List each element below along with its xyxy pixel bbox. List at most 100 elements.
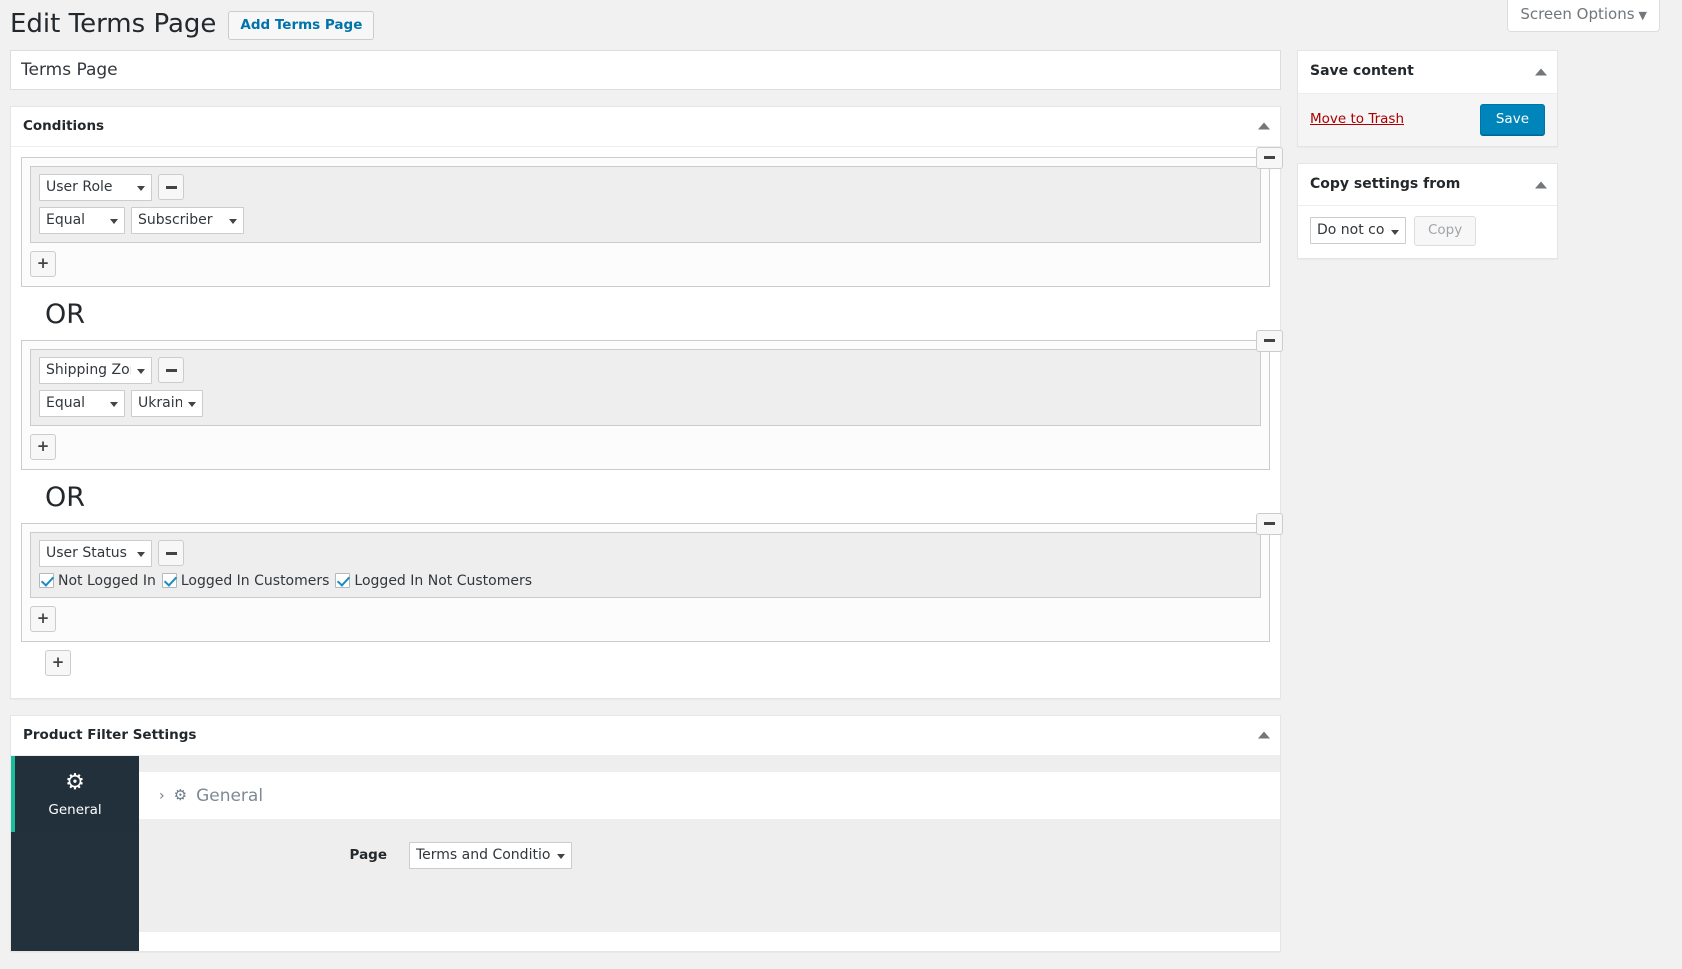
condition-row-type: User Status [39, 539, 1252, 567]
copy-settings-header[interactable]: Copy settings from [1298, 164, 1557, 207]
condition-value-select[interactable]: Subscriber [131, 206, 244, 234]
save-content-heading: Save content [1310, 63, 1414, 79]
checkbox-not-logged-in[interactable]: Not Logged In [39, 573, 156, 589]
remove-group-button[interactable] [1256, 146, 1283, 169]
condition-type-select-wrap: User Status [39, 539, 152, 567]
condition-row-value: Equal Ukraine [39, 389, 1252, 417]
checkbox-label: Not Logged In [58, 572, 156, 589]
remove-condition-button[interactable] [158, 357, 184, 384]
conditions-body: User Role Equal Subscriber + OR Shipping… [11, 146, 1283, 698]
condition-type-select[interactable]: Shipping Zone [39, 356, 152, 384]
save-content-header[interactable]: Save content [1298, 51, 1557, 94]
condition-type-select[interactable]: User Status [39, 539, 152, 567]
group-add-row: + [22, 598, 1269, 641]
triangle-up-icon[interactable] [1258, 122, 1270, 130]
checkbox-box[interactable] [335, 573, 351, 589]
checkbox-logged-in-not-customers[interactable]: Logged In Not Customers [335, 573, 532, 589]
condition-value-select-wrap: Ukraine [131, 389, 203, 417]
copy-source-select[interactable]: Do not copy [1310, 217, 1406, 245]
user-status-checkbox-row: Not Logged In Logged In Customers Logged… [39, 573, 1252, 589]
conditions-header[interactable]: Conditions [11, 107, 1280, 147]
page-select-wrap: Terms and Conditions [409, 841, 572, 869]
page-field-label: Page [349, 847, 387, 864]
settings-section-header[interactable]: › ⚙ General [139, 771, 1280, 820]
settings-tab-list: ⚙ General [11, 755, 139, 951]
save-content-postbox: Save content Move to Trash Save [1297, 50, 1558, 147]
screen-options-label: Screen Options [1520, 5, 1635, 23]
product-filter-settings-body: ⚙ General › ⚙ General Page Terms and Con… [11, 755, 1280, 951]
copy-settings-postbox: Copy settings from Do not copy Copy [1297, 162, 1558, 259]
minus-icon [165, 368, 177, 372]
checkbox-logged-in-customers[interactable]: Logged In Customers [161, 572, 330, 589]
condition-value-select-wrap: Subscriber [131, 206, 244, 234]
settings-tab-general[interactable]: ⚙ General [11, 755, 139, 832]
plus-icon: + [36, 609, 50, 628]
group-add-row: + [22, 426, 1269, 469]
plus-icon: + [36, 254, 50, 273]
page-title: Edit Terms Page [10, 9, 217, 39]
remove-group-button[interactable] [1256, 329, 1283, 352]
checkbox-label: Logged In Customers [180, 572, 330, 589]
page-select[interactable]: Terms and Conditions [409, 841, 572, 869]
checkbox-box[interactable] [161, 573, 177, 589]
condition-rows: User Status Not Logged In Logged In Cust… [30, 531, 1261, 598]
product-filter-settings-heading: Product Filter Settings [23, 726, 197, 743]
copy-settings-heading: Copy settings from [1310, 175, 1461, 192]
operator-select-wrap: Equal [39, 206, 125, 234]
minus-icon [165, 551, 177, 555]
add-condition-button[interactable]: + [30, 250, 56, 277]
conditions-postbox: Conditions User Role Equal Subscriber + … [10, 106, 1283, 699]
settings-top-strip [139, 755, 1280, 772]
remove-condition-button[interactable] [158, 540, 184, 567]
triangle-up-icon[interactable] [1535, 181, 1547, 189]
settings-tab-label: General [48, 801, 102, 818]
copy-button[interactable]: Copy [1414, 216, 1477, 246]
field-row-page: Page Terms and Conditions [139, 841, 1280, 869]
operator-select-wrap: Equal [39, 389, 125, 417]
minus-icon [1264, 522, 1275, 526]
triangle-up-icon[interactable] [1258, 731, 1270, 739]
add-group-button[interactable]: + [45, 649, 71, 676]
remove-condition-button[interactable] [158, 174, 184, 201]
add-terms-page-button[interactable]: Add Terms Page [228, 11, 375, 41]
screen-options-tab[interactable]: Screen Options ▼ [1507, 0, 1660, 32]
condition-type-select-wrap: User Role [39, 173, 152, 201]
condition-value-select[interactable]: Ukraine [131, 389, 203, 417]
move-to-trash-link[interactable]: Move to Trash [1310, 111, 1404, 127]
settings-section-title: General [196, 785, 264, 806]
save-content-body: Move to Trash Save [1298, 93, 1557, 146]
condition-row-type: Shipping Zone [39, 356, 1252, 384]
settings-fields: Page Terms and Conditions [139, 819, 1280, 932]
condition-rows: Shipping Zone Equal Ukraine [30, 348, 1261, 426]
minus-icon [1264, 339, 1275, 343]
plus-icon: + [51, 653, 65, 672]
chevron-right-icon: › [159, 787, 165, 804]
sidebar-column: Save content Move to Trash Save Copy set… [1297, 50, 1558, 275]
condition-type-select[interactable]: User Role [39, 173, 152, 201]
operator-select[interactable]: Equal [39, 389, 125, 417]
conditions-builder: User Role Equal Subscriber + OR Shipping… [11, 146, 1283, 698]
checkbox-label: Logged In Not Customers [354, 572, 532, 589]
add-condition-button[interactable]: + [30, 605, 56, 632]
condition-group: User Status Not Logged In Logged In Cust… [21, 512, 1283, 642]
checkbox-box[interactable] [39, 573, 54, 589]
copy-source-select-wrap: Do not copy [1310, 217, 1406, 245]
settings-tab-filler [11, 831, 139, 902]
minus-icon [1264, 156, 1275, 160]
minus-icon [165, 185, 177, 189]
or-separator: OR [45, 298, 86, 330]
post-title-input[interactable] [10, 50, 1281, 90]
chevron-down-icon: ▼ [1638, 9, 1647, 22]
save-button[interactable]: Save [1479, 103, 1545, 135]
triangle-up-icon[interactable] [1535, 68, 1547, 76]
remove-group-button[interactable] [1256, 512, 1283, 535]
product-filter-settings-postbox: Product Filter Settings ⚙ General › ⚙ Ge… [10, 714, 1281, 952]
plus-icon: + [36, 437, 50, 456]
operator-select[interactable]: Equal [39, 206, 125, 234]
condition-row-type: User Role [39, 173, 1252, 201]
gear-icon: ⚙ [65, 769, 85, 795]
add-condition-button[interactable]: + [30, 433, 56, 460]
condition-group: Shipping Zone Equal Ukraine + [21, 329, 1283, 470]
product-filter-settings-header[interactable]: Product Filter Settings [11, 716, 1280, 756]
conditions-heading: Conditions [23, 118, 105, 134]
